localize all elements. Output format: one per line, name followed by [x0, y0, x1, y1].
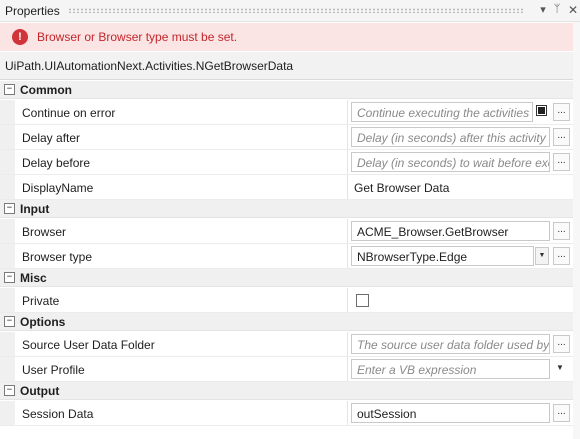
activity-type-bar: UiPath.UIAutomationNext.Activities.NGetB…: [0, 52, 580, 80]
browser-ellipsis-button[interactable]: ...: [553, 222, 570, 240]
collapse-icon[interactable]: −: [4, 84, 15, 95]
category-label: Common: [20, 83, 72, 97]
property-name: Private: [22, 294, 60, 308]
collapse-icon[interactable]: −: [4, 272, 15, 283]
displayname-value[interactable]: Get Browser Data: [354, 181, 449, 195]
literal-toggle-icon[interactable]: [536, 105, 547, 116]
property-name: Delay after: [22, 131, 81, 145]
property-row-browser: Browser ACME_Browser.GetBrowser ...: [0, 219, 580, 244]
property-row-private: Private: [0, 288, 580, 313]
activity-type-name: UiPath.UIAutomationNext.Activities.NGetB…: [5, 59, 294, 73]
browser-type-ellipsis-button[interactable]: ...: [553, 247, 570, 265]
drag-grip[interactable]: [68, 8, 524, 13]
property-name: DisplayName: [22, 181, 94, 195]
category-label: Options: [20, 315, 66, 329]
user-profile-input[interactable]: Enter a VB expression: [351, 359, 550, 379]
property-row-delay-after: Delay after Delay (in seconds) after thi…: [0, 125, 580, 150]
source-user-data-folder-ellipsis-button[interactable]: ...: [553, 335, 570, 353]
browser-input[interactable]: ACME_Browser.GetBrowser: [351, 221, 550, 241]
error-icon: !: [12, 29, 28, 45]
property-row-user-profile: User Profile Enter a VB expression ▼: [0, 357, 580, 382]
properties-panel-header: Properties ▾ ᛘ ✕: [0, 0, 580, 22]
private-checkbox[interactable]: [356, 294, 369, 307]
property-row-browser-type: Browser type NBrowserType.Edge ▼ ...: [0, 244, 580, 269]
property-name: Session Data: [22, 407, 94, 421]
continue-on-error-ellipsis-button[interactable]: ...: [553, 103, 570, 121]
collapse-icon[interactable]: −: [4, 385, 15, 396]
property-name: Continue on error: [22, 106, 116, 120]
property-name: Delay before: [22, 156, 91, 170]
chevron-down-icon[interactable]: ▼: [535, 247, 549, 265]
property-row-session-data: Session Data outSession ...: [0, 401, 580, 426]
source-user-data-folder-input[interactable]: The source user data folder used by t: [351, 334, 550, 354]
category-label: Input: [20, 202, 50, 216]
category-label: Misc: [20, 271, 47, 285]
property-name: User Profile: [22, 363, 85, 377]
dropdown-icon[interactable]: ▾: [536, 3, 550, 16]
category-output[interactable]: − Output: [0, 382, 580, 400]
chevron-down-icon[interactable]: ▼: [556, 363, 564, 372]
validation-error-bar: ! Browser or Browser type must be set.: [0, 23, 580, 51]
pin-icon[interactable]: ᛘ: [550, 3, 564, 15]
property-row-continue-on-error: Continue on error Continue executing the…: [0, 100, 580, 125]
vertical-scrollbar[interactable]: [573, 22, 580, 439]
delay-after-input[interactable]: Delay (in seconds) after this activity i: [351, 127, 550, 147]
error-message: Browser or Browser type must be set.: [37, 30, 238, 44]
category-label: Output: [20, 384, 60, 398]
property-row-delay-before: Delay before Delay (in seconds) to wait …: [0, 150, 580, 175]
browser-type-select[interactable]: NBrowserType.Edge: [351, 246, 534, 266]
property-name: Source User Data Folder: [22, 338, 155, 352]
delay-after-ellipsis-button[interactable]: ...: [553, 128, 570, 146]
delay-before-input[interactable]: Delay (in seconds) to wait before exe: [351, 152, 550, 172]
category-input[interactable]: − Input: [0, 200, 580, 218]
property-row-source-user-data-folder: Source User Data Folder The source user …: [0, 332, 580, 357]
session-data-input[interactable]: outSession: [351, 403, 550, 423]
category-options[interactable]: − Options: [0, 313, 580, 331]
session-data-ellipsis-button[interactable]: ...: [553, 404, 570, 422]
delay-before-ellipsis-button[interactable]: ...: [553, 153, 570, 171]
property-name: Browser type: [22, 250, 93, 264]
collapse-icon[interactable]: −: [4, 316, 15, 327]
close-icon[interactable]: ✕: [566, 3, 580, 17]
property-row-displayname: DisplayName Get Browser Data: [0, 175, 580, 200]
continue-on-error-input[interactable]: Continue executing the activities: [351, 102, 533, 122]
property-name: Browser: [22, 225, 67, 239]
collapse-icon[interactable]: −: [4, 203, 15, 214]
category-common[interactable]: − Common: [0, 81, 580, 99]
panel-title: Properties: [5, 4, 60, 18]
category-misc[interactable]: − Misc: [0, 269, 580, 287]
